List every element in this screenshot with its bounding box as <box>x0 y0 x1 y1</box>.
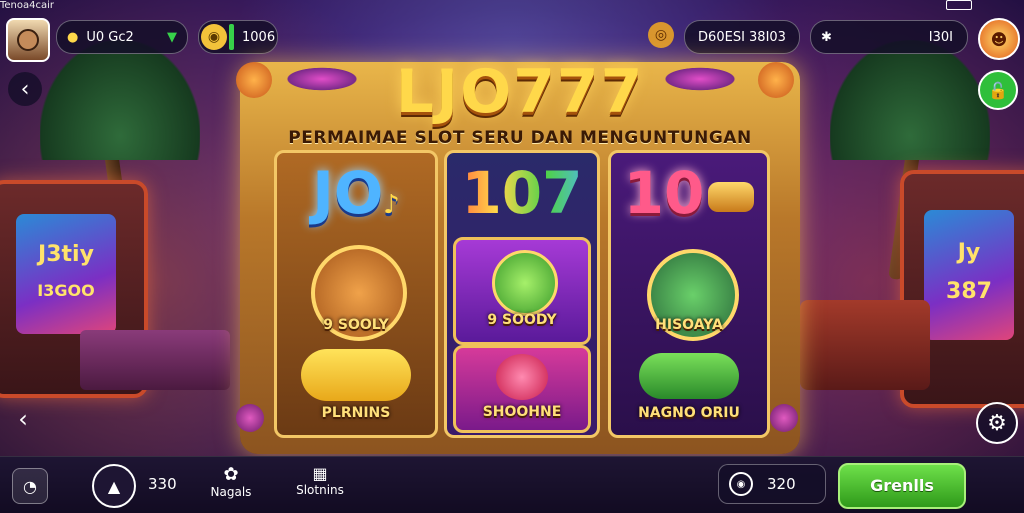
orange-fruit-right-icon <box>758 62 794 98</box>
avatar-face-icon <box>17 29 39 51</box>
reel-2-bottom-tile: SHOOHNE <box>453 345 591 433</box>
bet-chip-icon: ◉ <box>729 472 753 496</box>
user-icon: ● <box>67 29 79 45</box>
avatar[interactable] <box>6 18 50 62</box>
account-pill[interactable]: ● U0 Gc2 ▼ <box>56 20 188 54</box>
reel-3-top-caption: HISOAYA <box>655 317 723 333</box>
spin-button[interactable]: Grenlls <box>838 463 966 509</box>
banana-symbol-icon <box>301 349 411 401</box>
coin-balance-pill[interactable]: ◉ 1006 <box>198 20 278 54</box>
reel-1-bottom-caption: PLRNINS <box>321 405 391 421</box>
gems-value: I30I <box>928 29 953 45</box>
orange-fruit-left-icon <box>236 62 272 98</box>
reel-1-header-mark: ♪ <box>383 190 400 220</box>
lock-icon: 🔓 <box>988 80 1008 100</box>
chevron-left-icon: ‹ <box>18 405 28 433</box>
profile-badge-icon[interactable]: ☻ <box>978 18 1020 60</box>
gems-pill[interactable]: ✱ I30I <box>810 20 968 54</box>
bet-pill[interactable]: ◉ 320 <box>718 464 826 504</box>
leaf-symbol-icon <box>639 353 739 399</box>
reel-3-header: 10 <box>611 153 767 233</box>
slot-icon: ▦ <box>312 464 328 483</box>
jackpot-value: D60ESI 38I03 <box>698 29 786 45</box>
reel-2-bottom-caption: SHOOHNE <box>482 404 562 420</box>
jackpot-coin-icon: ◎ <box>648 22 674 48</box>
character-icon: ☻ <box>990 29 1008 49</box>
chevron-left-icon: ‹ <box>20 76 30 102</box>
cat-symbol-icon <box>492 250 558 316</box>
site-label: Tenoa4cair <box>0 0 55 11</box>
gift-icon: ✿ <box>223 464 239 485</box>
back-button[interactable]: ‹ <box>8 72 42 106</box>
jackpot-pill[interactable]: D60ESI 38I03 <box>684 20 800 54</box>
chart-up-icon: ▲ <box>107 476 121 496</box>
reel-2-header: 107 <box>447 153 597 233</box>
coin-icon: ◉ <box>201 24 227 50</box>
left-cabinet-screen-top: J3tiy <box>38 242 94 267</box>
berry-left-icon <box>236 404 264 432</box>
reel-2-top-tile: 9 SOODY <box>453 237 591 345</box>
speedometer-icon: ◔ <box>23 476 37 496</box>
coin-add-bar <box>229 24 234 50</box>
gear-icon: ⚙ <box>987 410 1007 436</box>
palm-tree-right <box>830 40 990 160</box>
devil-symbol-icon <box>496 354 548 400</box>
right-cabinet-screen: Jy 387 <box>924 210 1014 340</box>
nav-item-gifts-label: Nagals <box>210 485 252 499</box>
reel-1-header: JO♪ <box>277 153 435 245</box>
right-cabinet-screen-top: Jy <box>957 240 981 265</box>
right-cabinet-screen-bottom: 387 <box>946 279 992 304</box>
coin-balance-value: 1006 <box>242 29 276 45</box>
prev-button[interactable]: ‹ <box>8 404 38 434</box>
right-table <box>800 300 930 390</box>
palm-tree-left <box>40 40 200 160</box>
scroll-icon <box>708 181 755 212</box>
account-label: U0 Gc2 <box>86 29 134 45</box>
reel-1-top-caption: 9 SOOLY <box>323 317 389 333</box>
game-subtitle: PERMAIMAE SLOT SERU DAN MENGUNTUNGAN <box>288 128 752 148</box>
nav-item-slots[interactable]: ▦ Slotnins <box>294 464 346 508</box>
nav-item-gifts[interactable]: ✿ Nagals <box>206 464 256 508</box>
chevron-down-icon[interactable]: ▼ <box>167 30 177 45</box>
left-table <box>80 330 230 390</box>
lock-button[interactable]: 🔓 <box>978 70 1018 110</box>
reel-2: 107 9 SOODY SHOOHNE <box>444 150 600 438</box>
reel-3-bottom-caption: NAGNO ORIU <box>638 405 740 421</box>
level-button[interactable]: ▲ <box>92 464 136 508</box>
reel-1: JO♪ 9 SOOLY PLRNINS <box>274 150 438 438</box>
gear-small-icon: ✱ <box>821 29 832 45</box>
reel-3: 10 HISOAYA NAGNO ORIU <box>608 150 770 438</box>
home-button[interactable]: ◔ <box>12 468 48 504</box>
reel-1-header-text: JO <box>312 159 384 227</box>
left-cabinet-screen: J3tiy I3GOO <box>16 214 116 334</box>
settings-button[interactable]: ⚙ <box>976 402 1018 444</box>
left-cabinet-screen-bottom: I3GOO <box>37 281 95 300</box>
level-value: 330 <box>148 475 177 493</box>
nav-item-slots-label: Slotnins <box>296 483 344 497</box>
bet-value: 320 <box>767 475 796 493</box>
game-title: LJO777 <box>395 57 645 127</box>
reel-3-header-text: 10 <box>623 159 705 227</box>
berry-right-icon <box>770 404 798 432</box>
battery-icon <box>946 0 972 10</box>
reel-2-top-caption: 9 SOODY <box>487 312 557 328</box>
